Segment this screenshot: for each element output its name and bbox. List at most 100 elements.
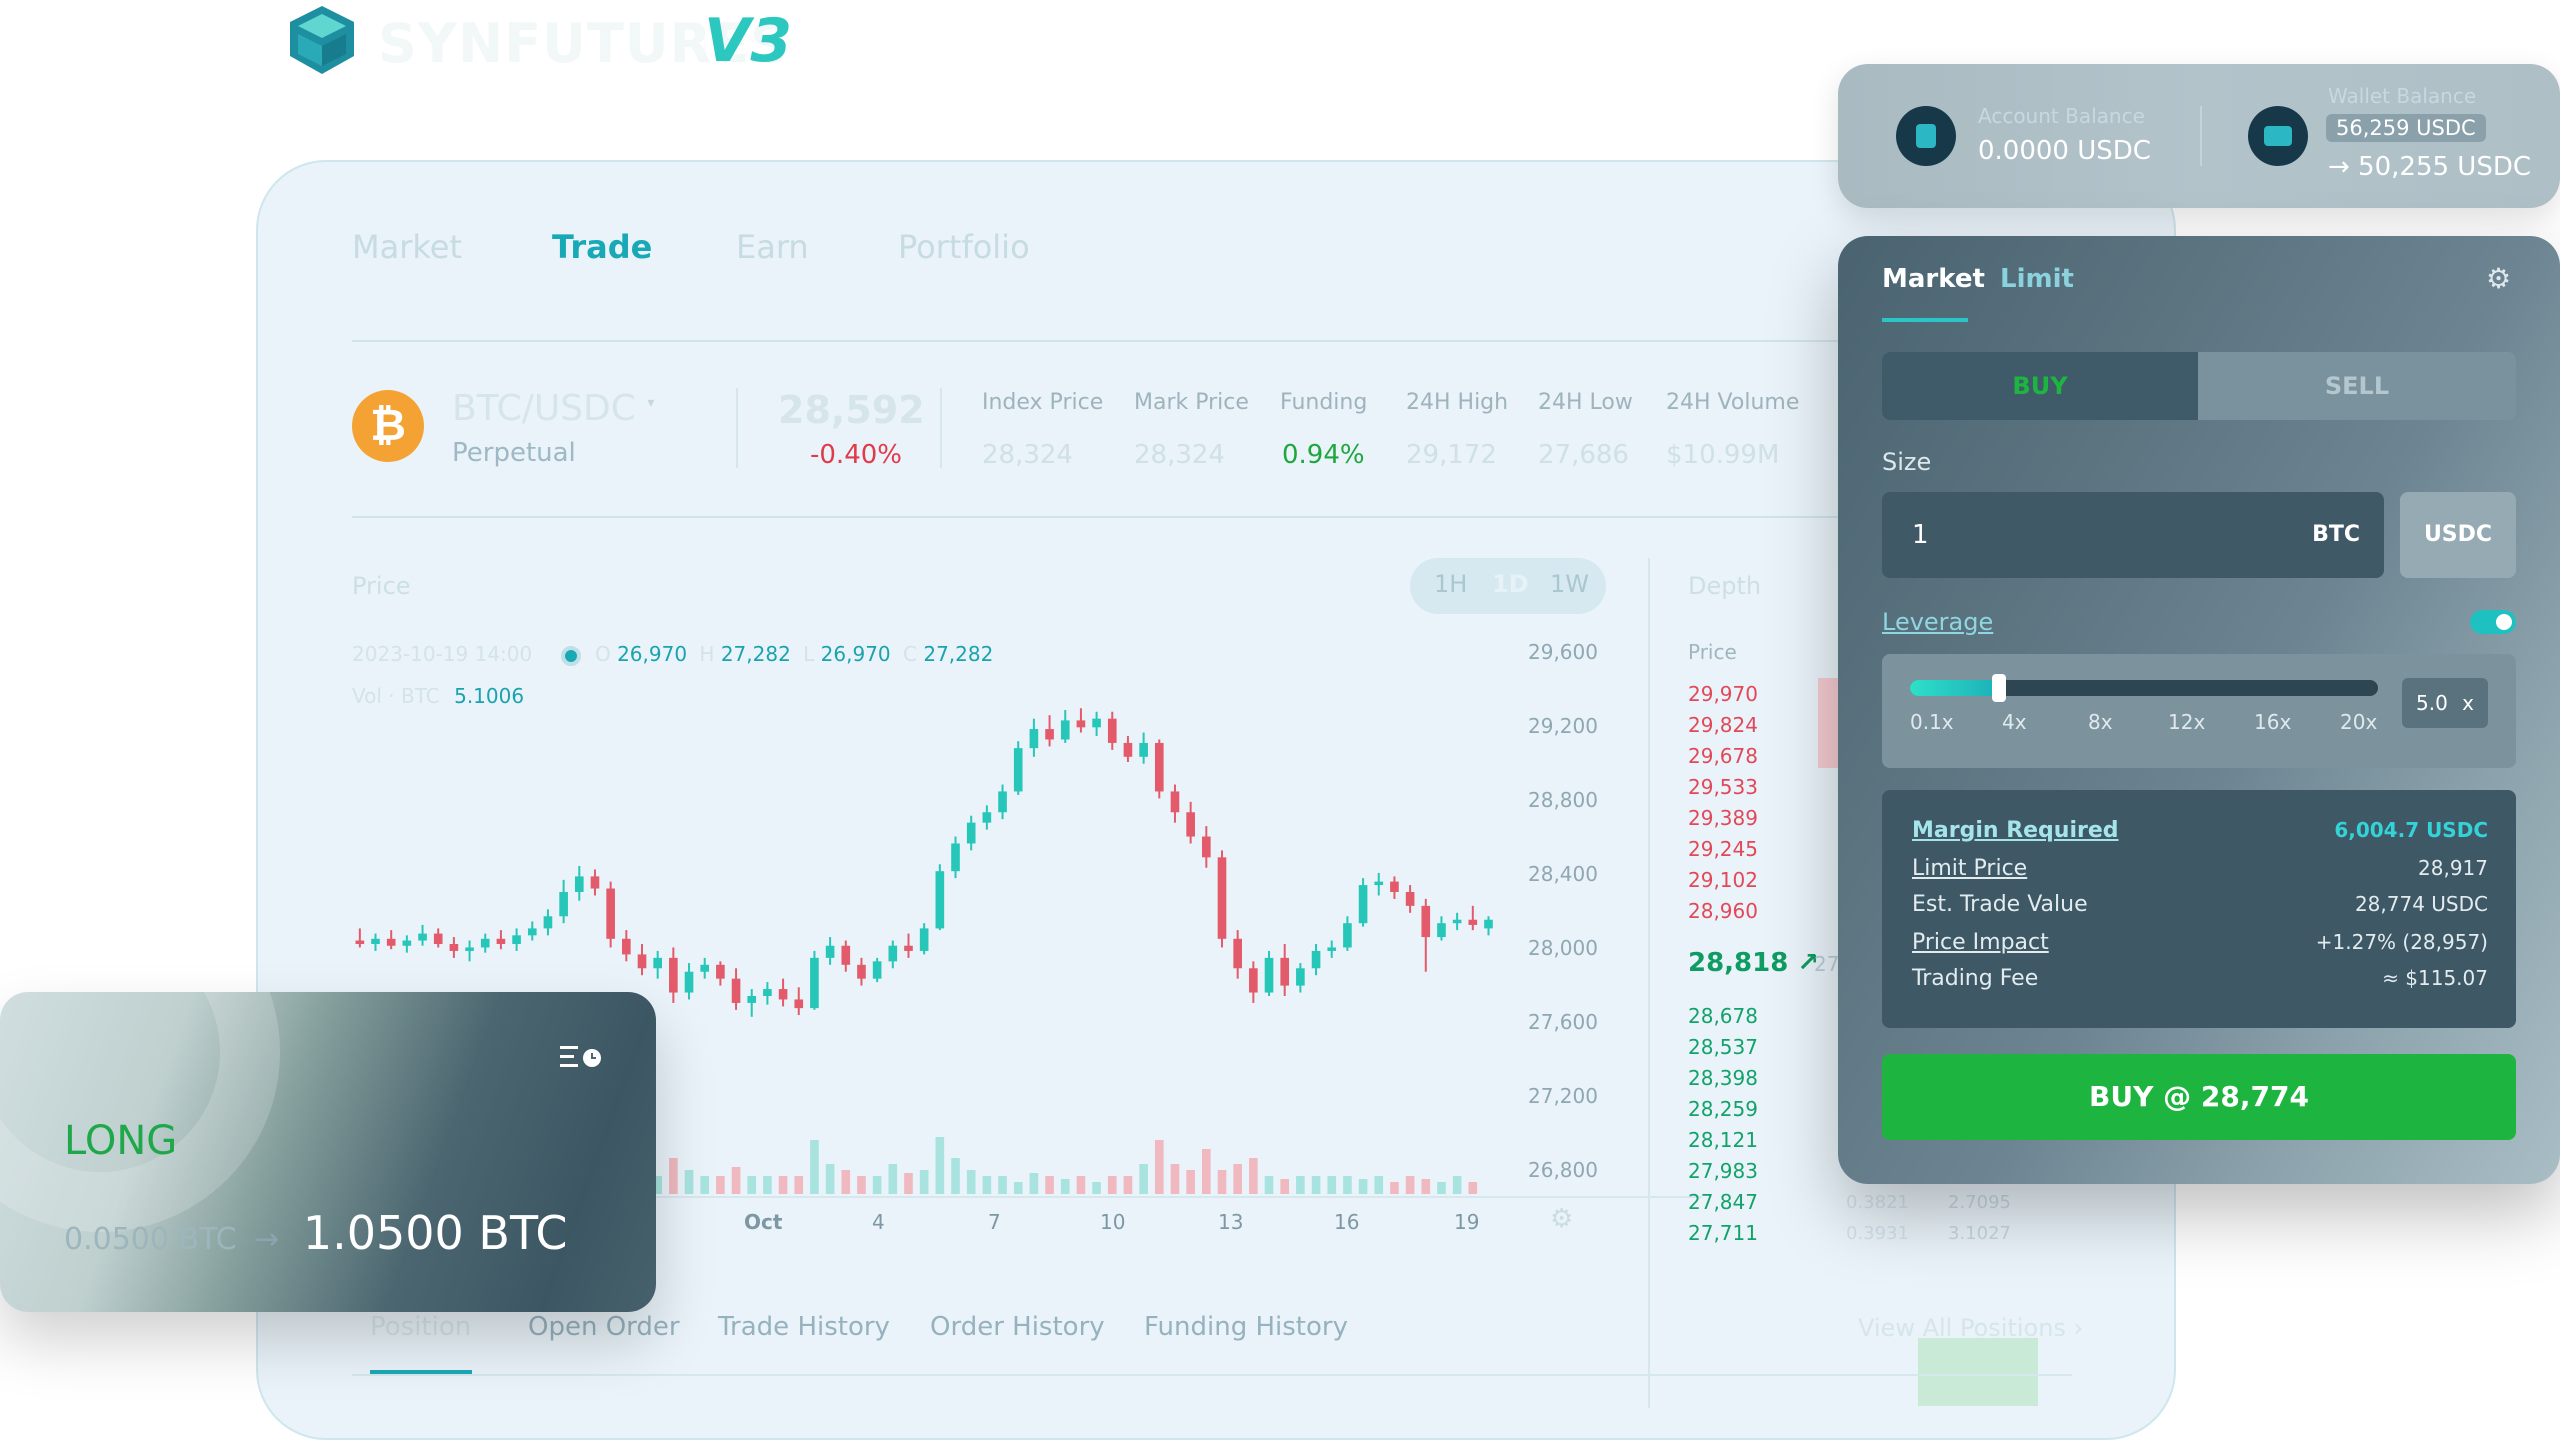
candle-body[interactable] (418, 933, 427, 941)
leverage-input[interactable]: 5.0 x (2402, 678, 2488, 728)
candle-body[interactable] (402, 940, 412, 946)
candle-body[interactable] (982, 812, 992, 823)
history-icon[interactable] (558, 1040, 604, 1076)
candle-body[interactable] (825, 945, 835, 958)
candle-body[interactable] (1060, 720, 1070, 740)
pair-selector[interactable]: BTC/USDC ▾ (452, 388, 654, 429)
candle-body[interactable] (857, 964, 866, 979)
nav-earn[interactable]: Earn (736, 228, 809, 266)
candle-body[interactable] (935, 871, 945, 929)
candle-body[interactable] (794, 999, 804, 1009)
candle-body[interactable] (371, 938, 380, 944)
bid-price[interactable]: 28,678 (1688, 1004, 1758, 1028)
candle-body[interactable] (841, 945, 851, 965)
candle-body[interactable] (1107, 718, 1117, 743)
tf-1h[interactable]: 1H (1434, 570, 1467, 598)
candle-body[interactable] (433, 933, 443, 944)
candle-body[interactable] (1092, 718, 1101, 728)
candle-body[interactable] (919, 928, 929, 951)
sell-toggle[interactable]: SELL (2198, 352, 2516, 420)
bid-price[interactable]: 28,398 (1688, 1066, 1758, 1090)
candle-body[interactable] (1154, 742, 1164, 792)
bid-price[interactable]: 28,259 (1688, 1097, 1758, 1121)
candle-body[interactable] (637, 954, 647, 969)
candle-body[interactable] (1233, 938, 1242, 969)
tf-1d[interactable]: 1D (1492, 570, 1529, 598)
candle-body[interactable] (590, 876, 600, 889)
slider-handle[interactable] (1991, 674, 2006, 702)
candle-body[interactable] (1405, 892, 1415, 906)
ask-price[interactable]: 29,102 (1688, 868, 1758, 892)
candle-body[interactable] (1343, 923, 1352, 948)
candle-body[interactable] (951, 843, 960, 872)
bid-price[interactable]: 28,121 (1688, 1128, 1758, 1152)
tab-trade-history[interactable]: Trade History (718, 1312, 890, 1342)
ask-price[interactable]: 29,533 (1688, 775, 1758, 799)
bid-price[interactable]: 28,537 (1688, 1035, 1758, 1059)
candle-body[interactable] (480, 938, 490, 948)
candle-body[interactable] (747, 996, 757, 1003)
candle-body[interactable] (1468, 919, 1478, 925)
tab-open-order[interactable]: Open Order (528, 1312, 680, 1342)
candle-body[interactable] (966, 822, 976, 844)
ask-price[interactable]: 29,389 (1688, 806, 1758, 830)
candle-body[interactable] (543, 916, 553, 929)
ask-price[interactable]: 28,960 (1688, 899, 1758, 923)
view-all-positions-link[interactable]: View All Positions › (1858, 1314, 2083, 1342)
tab-market-order[interactable]: Market (1882, 264, 1985, 294)
candle-body[interactable] (1170, 791, 1180, 813)
unit-toggle-button[interactable]: USDC (2400, 492, 2516, 578)
leverage-slider[interactable] (1910, 674, 2378, 702)
size-input[interactable]: 1 BTC (1882, 492, 2384, 578)
candle-body[interactable] (1186, 812, 1195, 837)
bid-price[interactable]: 27,711 (1688, 1221, 1758, 1245)
bid-price[interactable]: 27,983 (1688, 1159, 1758, 1183)
candle-body[interactable] (1296, 968, 1305, 986)
tab-limit-order[interactable]: Limit (2000, 264, 2074, 294)
submit-buy-button[interactable]: BUY @ 28,774 (1882, 1054, 2516, 1140)
settings-icon[interactable]: ⚙ (2486, 262, 2511, 295)
leverage-toggle[interactable] (2470, 610, 2516, 634)
position-card[interactable]: LONG 0.0500 BTC → 1.0500 BTC (0, 992, 656, 1312)
gear-icon[interactable]: ⚙ (1550, 1204, 1573, 1234)
bid-price[interactable]: 27,847 (1688, 1190, 1758, 1214)
nav-trade[interactable]: Trade (552, 228, 652, 266)
candle-body[interactable] (1217, 857, 1227, 939)
tf-1w[interactable]: 1W (1550, 570, 1589, 598)
candle-body[interactable] (1045, 729, 1054, 740)
candle-body[interactable] (1280, 957, 1290, 986)
ask-price[interactable]: 29,970 (1688, 682, 1758, 706)
candle-body[interactable] (449, 944, 459, 951)
ask-price[interactable]: 29,245 (1688, 837, 1758, 861)
candle-body[interactable] (1013, 748, 1023, 792)
candle-body[interactable] (1249, 968, 1258, 993)
candle-body[interactable] (496, 938, 506, 944)
candle-body[interactable] (1311, 950, 1321, 969)
candle-body[interactable] (1139, 742, 1148, 757)
candle-body[interactable] (1029, 729, 1039, 749)
candle-body[interactable] (998, 791, 1007, 813)
candle-body[interactable] (1264, 957, 1274, 993)
candle-body[interactable] (653, 957, 662, 969)
candle-body[interactable] (622, 938, 631, 955)
candle-body[interactable] (904, 945, 913, 951)
candle-body[interactable] (810, 957, 819, 1009)
candle-body[interactable] (1484, 919, 1493, 929)
tab-funding-history[interactable]: Funding History (1144, 1312, 1348, 1342)
candle-body[interactable] (465, 947, 474, 951)
candle-body[interactable] (763, 989, 772, 996)
candle-body[interactable] (512, 935, 521, 944)
candle-body[interactable] (527, 928, 537, 936)
candle-body[interactable] (1327, 947, 1337, 951)
candle-body[interactable] (386, 938, 396, 946)
tab-position[interactable]: Position (370, 1312, 471, 1342)
candle-body[interactable] (731, 978, 741, 1003)
candle-body[interactable] (1202, 836, 1211, 858)
candle-body[interactable] (1421, 905, 1431, 938)
candle-body[interactable] (1358, 885, 1368, 924)
candle-body[interactable] (700, 964, 710, 972)
tab-order-history[interactable]: Order History (930, 1312, 1105, 1342)
candle-body[interactable] (778, 989, 788, 1000)
candle-body[interactable] (1076, 720, 1086, 728)
candle-body[interactable] (574, 876, 584, 892)
